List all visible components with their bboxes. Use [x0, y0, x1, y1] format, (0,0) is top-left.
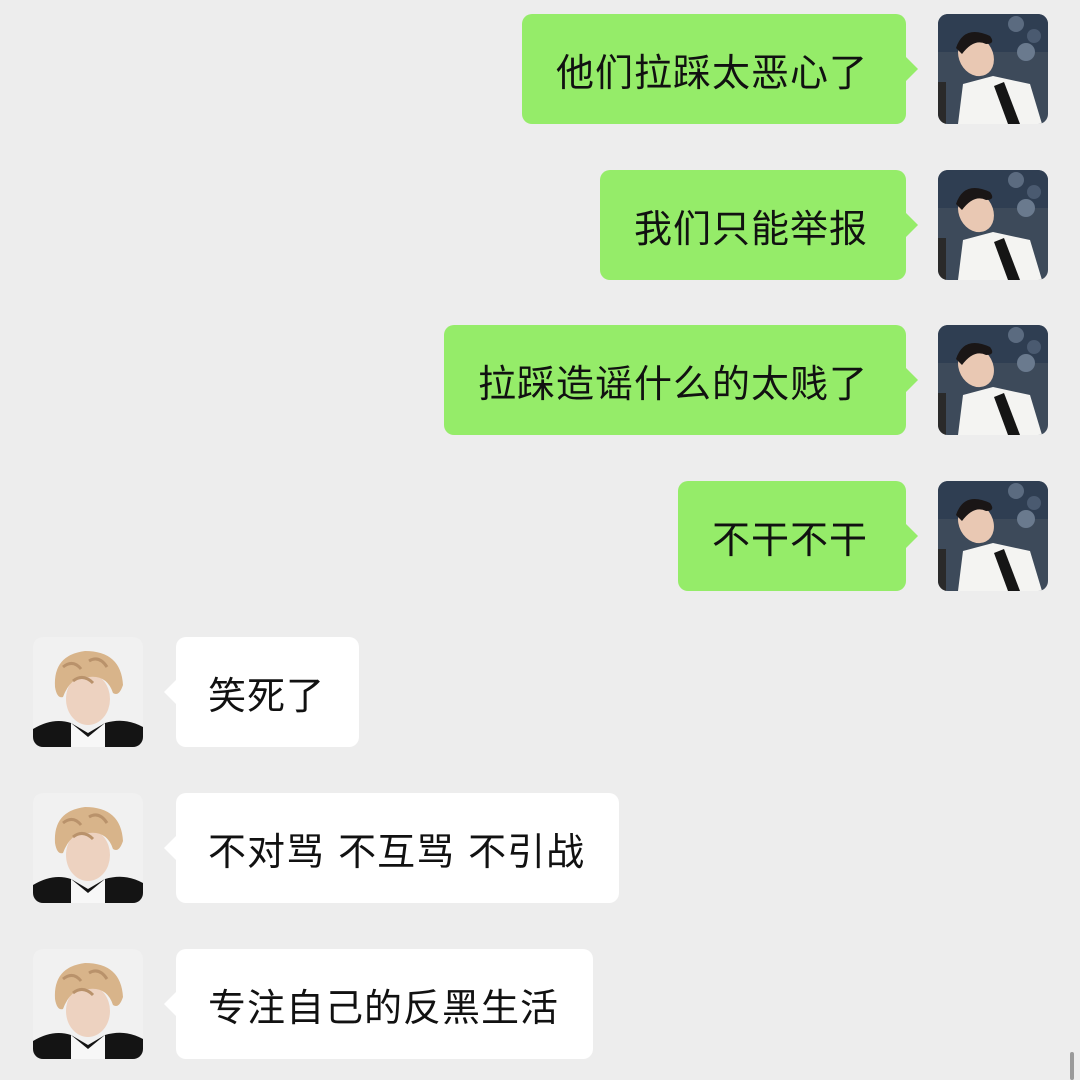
message-text: 他们拉踩太恶心了	[555, 50, 868, 95]
incoming-user-avatar-image	[33, 793, 143, 903]
message-text: 拉踩造谣什么的太贱了	[477, 361, 868, 406]
incoming-user-avatar-image	[33, 637, 143, 747]
message-text: 专注自己的反黑生活	[208, 985, 560, 1030]
outgoing-user-avatar[interactable]	[938, 170, 1048, 280]
bubble-tail	[164, 991, 177, 1017]
message-bubble-incoming[interactable]: 专注自己的反黑生活	[164, 949, 594, 1059]
bubble-tail	[164, 835, 177, 861]
bubble-tail	[905, 56, 918, 82]
outgoing-user-avatar[interactable]	[938, 14, 1048, 124]
message-row-outgoing: 拉踩造谣什么的太贱了	[0, 325, 1080, 435]
message-text: 不干不干	[711, 517, 868, 562]
message-row-incoming: 不对骂 不互骂 不引战	[0, 793, 1080, 903]
bubble-tail	[905, 367, 918, 393]
outgoing-user-avatar[interactable]	[938, 325, 1048, 435]
outgoing-user-avatar-image	[938, 481, 1048, 591]
outgoing-user-avatar-image	[938, 170, 1048, 280]
message-text: 不对骂 不互骂 不引战	[208, 829, 586, 874]
bubble-tail	[164, 679, 177, 705]
incoming-user-avatar-image	[33, 949, 143, 1059]
message-bubble-incoming[interactable]: 不对骂 不互骂 不引战	[164, 793, 620, 903]
message-row-outgoing: 我们只能举报	[0, 170, 1080, 280]
bubble-tail	[905, 523, 918, 549]
message-text: 我们只能举报	[633, 206, 868, 251]
message-bubble-outgoing[interactable]: 他们拉踩太恶心了	[521, 14, 918, 124]
message-row-outgoing: 不干不干	[0, 481, 1080, 591]
bubble-tail	[905, 212, 918, 238]
message-bubble-outgoing[interactable]: 拉踩造谣什么的太贱了	[443, 325, 918, 435]
message-row-incoming: 笑死了	[0, 637, 1080, 747]
message-row-incoming: 专注自己的反黑生活	[0, 949, 1080, 1059]
incoming-user-avatar[interactable]	[33, 793, 143, 903]
message-bubble-outgoing[interactable]: 我们只能举报	[599, 170, 918, 280]
outgoing-user-avatar[interactable]	[938, 481, 1048, 591]
scrollbar[interactable]	[1070, 1052, 1074, 1080]
message-text: 笑死了	[208, 673, 326, 718]
message-row-outgoing: 他们拉踩太恶心了	[0, 14, 1080, 124]
outgoing-user-avatar-image	[938, 14, 1048, 124]
incoming-user-avatar[interactable]	[33, 949, 143, 1059]
outgoing-user-avatar-image	[938, 325, 1048, 435]
chat-message-list[interactable]: 他们拉踩太恶心了 我们只能举报 拉踩造谣什么的太贱了 不干不干 笑死了 不对骂 …	[0, 0, 1080, 1080]
message-bubble-incoming[interactable]: 笑死了	[164, 637, 360, 747]
incoming-user-avatar[interactable]	[33, 637, 143, 747]
message-bubble-outgoing[interactable]: 不干不干	[677, 481, 918, 591]
